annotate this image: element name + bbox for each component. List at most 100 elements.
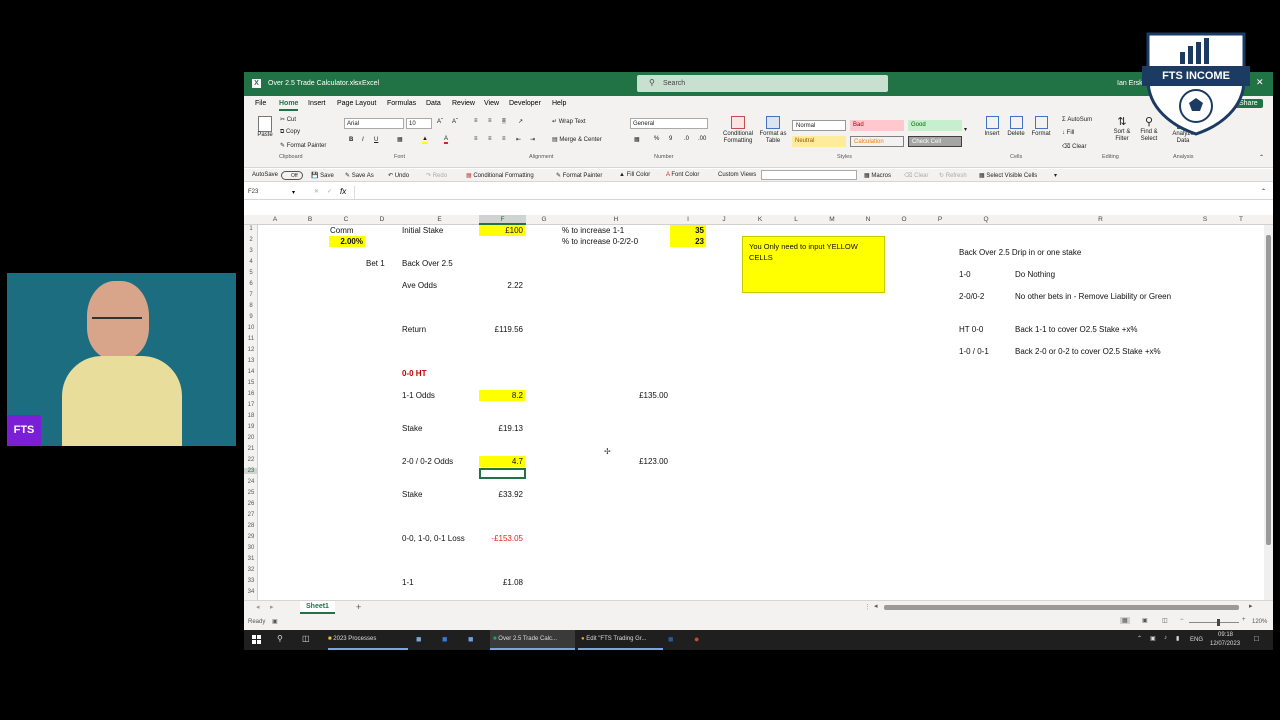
cell-e16[interactable]: 1-1 Odds: [402, 390, 435, 401]
tab-file[interactable]: File: [255, 100, 266, 107]
zoom-level[interactable]: 120%: [1252, 619, 1267, 625]
prev-sheet-icon[interactable]: ◂: [256, 603, 260, 611]
tray-chevron-icon[interactable]: ⌃: [1137, 635, 1142, 642]
decrease-indent-icon[interactable]: ⇤: [516, 136, 521, 143]
cell-e6[interactable]: Ave Odds: [402, 280, 437, 291]
qat-font-color[interactable]: A Font Color: [666, 172, 699, 178]
bold-icon[interactable]: B: [349, 137, 353, 143]
taskbar-item-chrome[interactable]: ● Edit "FTS Trading Gr...: [578, 630, 663, 650]
active-cell-f23[interactable]: [479, 468, 526, 479]
scroll-left-icon[interactable]: ◂: [874, 602, 878, 610]
cell-e10[interactable]: Return: [402, 324, 426, 335]
instruction-q12[interactable]: 1-0 / 0-1: [959, 346, 989, 357]
network-icon[interactable]: ▣: [1150, 635, 1156, 642]
page-break-view-icon[interactable]: ◫: [1162, 617, 1168, 624]
cell-f33[interactable]: £1.08: [479, 577, 525, 588]
macros-button[interactable]: ▦ Macros: [864, 172, 891, 179]
qat-clear-button[interactable]: ⌫ Clear: [904, 172, 929, 179]
styles-more-icon[interactable]: ▾: [964, 126, 967, 133]
save-button[interactable]: 💾 Save: [311, 172, 334, 179]
style-normal[interactable]: Normal: [792, 120, 846, 131]
windows-start-icon[interactable]: [252, 635, 261, 644]
close-icon[interactable]: ✕: [1256, 77, 1264, 88]
col-header-c[interactable]: C: [328, 216, 364, 223]
search-box[interactable]: ⚲ Search: [637, 75, 888, 92]
style-bad[interactable]: Bad: [850, 120, 904, 131]
col-header-i[interactable]: I: [670, 216, 706, 223]
col-header-g[interactable]: G: [526, 216, 562, 223]
align-top-icon[interactable]: ≡: [474, 118, 478, 124]
cell-i2[interactable]: 23: [670, 236, 706, 247]
underline-icon[interactable]: U: [374, 137, 378, 143]
battery-icon[interactable]: ▮: [1176, 635, 1179, 642]
row-header-31[interactable]: 31: [244, 556, 258, 562]
align-middle-icon[interactable]: ≡: [488, 118, 492, 124]
row-header-32[interactable]: 32: [244, 567, 258, 573]
copy-button[interactable]: ⧉ Copy: [280, 129, 300, 136]
row-header-34[interactable]: 34: [244, 589, 258, 595]
sheet-options-icon[interactable]: ⋮: [864, 603, 871, 611]
vertical-scroll-thumb[interactable]: [1266, 235, 1271, 545]
row-header-15[interactable]: 15: [244, 380, 258, 386]
word-icon[interactable]: ■: [668, 634, 673, 644]
cell-c2[interactable]: 2.00%: [329, 236, 365, 247]
decrease-decimal-icon[interactable]: .00: [698, 136, 706, 142]
cell-e4[interactable]: Back Over 2.5: [402, 258, 453, 269]
qat-fill-color[interactable]: ▲ Fill Color: [619, 172, 650, 178]
col-header-n[interactable]: N: [850, 216, 886, 223]
increase-indent-icon[interactable]: ⇥: [530, 136, 535, 143]
cell-c1[interactable]: Comm: [330, 225, 354, 236]
qat-format-painter[interactable]: ✎ Format Painter: [556, 172, 602, 179]
fill-button[interactable]: ↓ Fill: [1062, 130, 1074, 136]
row-header-2[interactable]: 2: [244, 237, 258, 243]
borders-icon[interactable]: ▦: [397, 136, 403, 143]
format-painter-button[interactable]: ✎ Format Painter: [280, 142, 326, 149]
orientation-icon[interactable]: ↗: [518, 118, 523, 125]
instruction-q10[interactable]: HT 0-0: [959, 324, 983, 335]
row-header-9[interactable]: 9: [244, 314, 258, 320]
col-header-d[interactable]: D: [364, 216, 400, 223]
font-color-icon[interactable]: A: [444, 136, 449, 144]
row-header-8[interactable]: 8: [244, 303, 258, 309]
grow-font-icon[interactable]: Aˆ: [437, 119, 443, 125]
row-header-19[interactable]: 19: [244, 424, 258, 430]
instruction-r7[interactable]: No other bets in - Remove Liability or G…: [1015, 291, 1171, 302]
select-visible-button[interactable]: ▦ Select Visible Cells: [979, 172, 1037, 179]
worksheet-grid[interactable]: 1 2 3 4 5 6 7 8 9 10 11 12 13 14 15 16 1…: [244, 225, 1273, 600]
align-left-icon[interactable]: ≡: [474, 136, 478, 142]
macro-record-icon[interactable]: ▣: [272, 618, 278, 625]
row-header-28[interactable]: 28: [244, 523, 258, 529]
formula-input[interactable]: [354, 186, 1254, 199]
cell-e33[interactable]: 1-1: [402, 577, 414, 588]
cut-button[interactable]: ✂ Cut: [280, 116, 296, 123]
instruction-q3[interactable]: Back Over 2.5 Drip in or one stake: [959, 247, 1081, 258]
merge-center-button[interactable]: ▤ Merge & Center: [552, 136, 602, 143]
instruction-r10[interactable]: Back 1-1 to cover O2.5 Stake +x%: [1015, 324, 1138, 335]
tab-formulas[interactable]: Formulas: [387, 100, 416, 107]
insert-cells-button[interactable]: Insert: [982, 116, 1002, 137]
row-header-6[interactable]: 6: [244, 281, 258, 287]
notifications-icon[interactable]: □: [1254, 634, 1259, 643]
name-box-dropdown-icon[interactable]: ▾: [292, 189, 295, 196]
task-view-icon[interactable]: ◫: [302, 634, 310, 643]
clear-button[interactable]: ⌫ Clear: [1062, 143, 1087, 150]
autosave-toggle[interactable]: Off: [281, 171, 303, 180]
cell-e14[interactable]: 0-0 HT: [402, 368, 426, 379]
row-header-3[interactable]: 3: [244, 248, 258, 254]
col-header-p[interactable]: P: [922, 216, 958, 223]
taskbar-app-icon-1[interactable]: ■: [416, 634, 421, 644]
fill-color-icon[interactable]: ▲: [422, 136, 428, 144]
delete-cells-button[interactable]: Delete: [1005, 116, 1027, 137]
col-header-k[interactable]: K: [742, 216, 778, 223]
cancel-formula-icon[interactable]: ✕: [314, 188, 319, 195]
cell-f29[interactable]: -£153.05: [479, 533, 525, 544]
percent-icon[interactable]: %: [654, 136, 659, 142]
row-header-21[interactable]: 21: [244, 446, 258, 452]
normal-view-icon[interactable]: ▦: [1120, 617, 1130, 624]
font-size-select[interactable]: 10: [406, 118, 432, 129]
cell-e29[interactable]: 0-0, 1-0, 0-1 Loss: [402, 533, 465, 544]
save-as-button[interactable]: ✎ Save As: [345, 172, 374, 179]
tab-view[interactable]: View: [484, 100, 499, 107]
col-header-e[interactable]: E: [400, 216, 479, 223]
zoom-slider-thumb[interactable]: [1217, 619, 1220, 626]
